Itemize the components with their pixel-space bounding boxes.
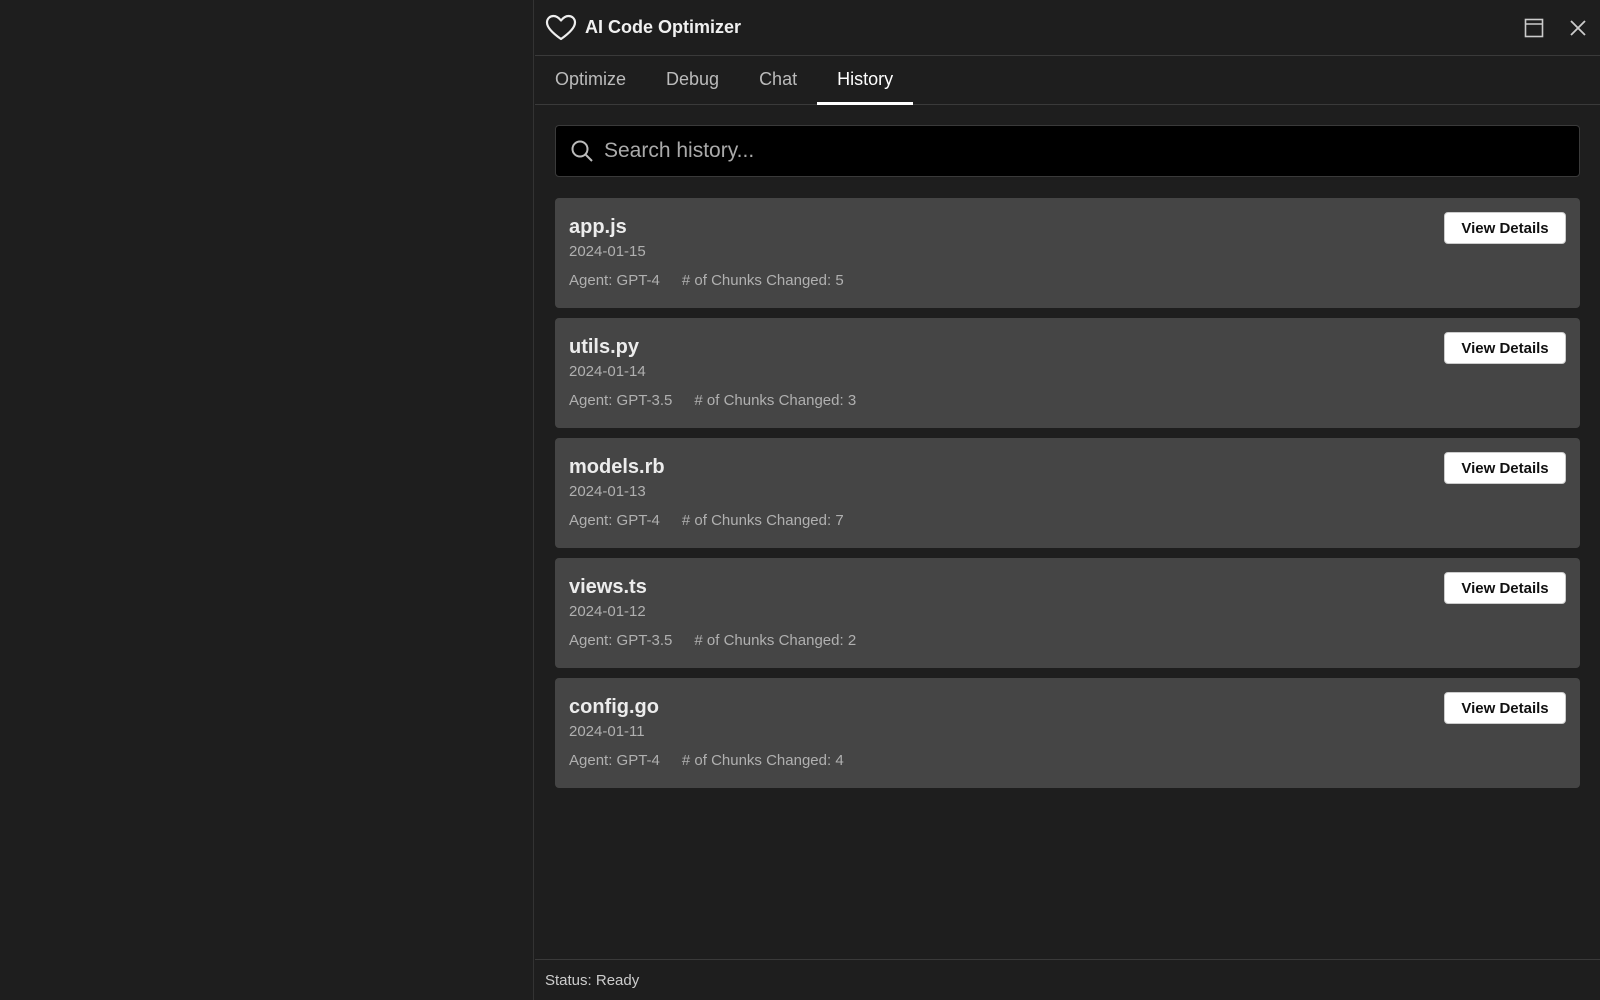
search-input[interactable]: [604, 139, 1579, 163]
history-item: utils.py 2024-01-14 Agent: GPT-3.5 # of C…: [555, 318, 1580, 428]
history-item: config.go 2024-01-11 Agent: GPT-4 # of Ch…: [555, 678, 1580, 788]
item-date: 2024-01-12: [569, 603, 646, 620]
view-details-button[interactable]: View Details: [1444, 212, 1566, 244]
chunks-label: # of Chunks Changed: 5: [681, 272, 844, 289]
view-details-button[interactable]: View Details: [1444, 572, 1566, 604]
history-item: views.ts 2024-01-12 Agent: GPT-3.5 # of C…: [555, 558, 1580, 668]
tab-debug[interactable]: Debug: [646, 56, 739, 105]
tab-optimize[interactable]: Optimize: [555, 56, 646, 105]
maximize-icon[interactable]: [1522, 16, 1546, 40]
panel-header: AI Code Optimizer: [535, 0, 1600, 56]
agent-label: Agent: GPT-4: [569, 512, 660, 529]
item-meta: Agent: GPT-4 # of Chunks Changed: 7: [569, 512, 1566, 529]
panel-title: AI Code Optimizer: [585, 17, 742, 37]
search-icon: [571, 140, 593, 162]
item-date: 2024-01-11: [569, 723, 645, 740]
history-item: models.rb 2024-01-13 Agent: GPT-4 # of Ch…: [555, 438, 1580, 548]
agent-label: Agent: GPT-4: [569, 752, 660, 769]
close-icon[interactable]: [1566, 16, 1590, 40]
tab-chat[interactable]: Chat: [739, 56, 817, 105]
file-name: app.js: [569, 216, 627, 238]
optimizer-panel: AI Code Optimizer Optimize Debug Chat Hi…: [535, 0, 1600, 1000]
tab-history[interactable]: History: [817, 56, 914, 105]
history-list: app.js 2024-01-15 Agent: GPT-4 # of Chunk…: [555, 198, 1580, 798]
item-date: 2024-01-14: [569, 363, 646, 380]
file-name: config.go: [569, 696, 659, 718]
file-name: utils.py: [569, 336, 640, 358]
item-meta: Agent: GPT-4 # of Chunks Changed: 5: [569, 272, 1566, 289]
view-details-button[interactable]: View Details: [1444, 692, 1566, 724]
history-item: app.js 2024-01-15 Agent: GPT-4 # of Chunk…: [555, 198, 1580, 308]
file-name: views.ts: [569, 576, 647, 598]
item-date: 2024-01-15: [569, 243, 646, 260]
status-bar: Status: Ready: [535, 959, 1600, 1000]
chunks-label: # of Chunks Changed: 4: [681, 752, 844, 769]
agent-label: Agent: GPT-4: [569, 272, 660, 289]
heart-icon: [545, 14, 577, 40]
item-meta: Agent: GPT-3.5 # of Chunks Changed: 2: [569, 632, 1566, 649]
view-details-button[interactable]: View Details: [1444, 332, 1566, 364]
view-details-button[interactable]: View Details: [1444, 452, 1566, 484]
search-box: [555, 125, 1580, 177]
empty-left-area: [0, 0, 534, 1000]
chunks-label: # of Chunks Changed: 2: [694, 632, 857, 649]
tab-bar: Optimize Debug Chat History: [535, 56, 1600, 105]
chunks-label: # of Chunks Changed: 3: [694, 392, 857, 409]
agent-label: Agent: GPT-3.5: [569, 632, 673, 649]
item-meta: Agent: GPT-4 # of Chunks Changed: 4: [569, 752, 1566, 769]
item-meta: Agent: GPT-3.5 # of Chunks Changed: 3: [569, 392, 1566, 409]
chunks-label: # of Chunks Changed: 7: [681, 512, 844, 529]
item-date: 2024-01-13: [569, 483, 646, 500]
file-name: models.rb: [569, 456, 665, 478]
agent-label: Agent: GPT-3.5: [569, 392, 673, 409]
